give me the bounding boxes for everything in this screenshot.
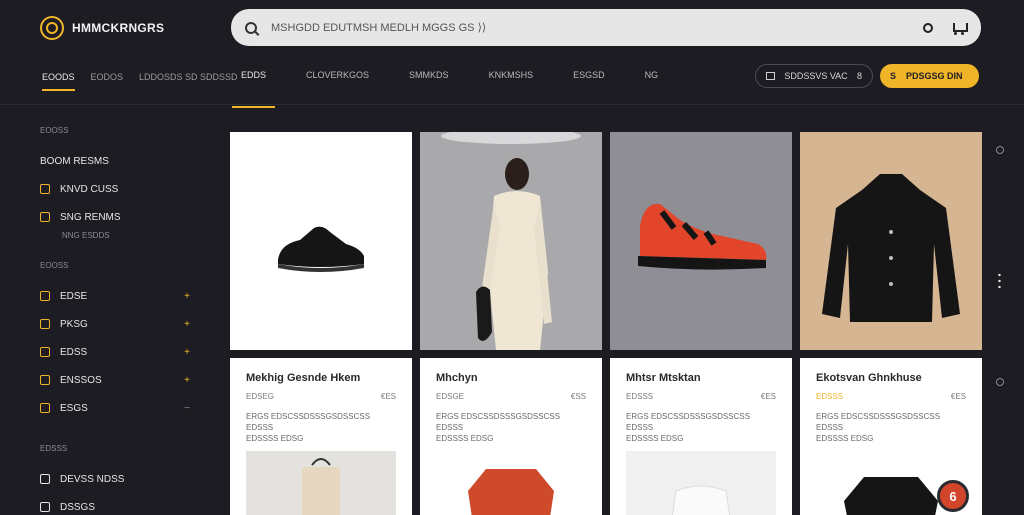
product-title: Mekhig Gesnde Hkem (246, 372, 361, 384)
plus-icon[interactable]: + (184, 375, 190, 386)
minus-icon[interactable]: − (184, 403, 190, 414)
product-card[interactable]: Mhtsr Mtsktan EDSSS €ES ERGS EDSCSSDSSSG… (610, 358, 792, 515)
sweater-icon (468, 469, 554, 515)
product-image[interactable] (230, 132, 412, 350)
search-input[interactable] (271, 21, 923, 34)
primary-action-button[interactable]: S PDSGSG DIN (880, 64, 979, 88)
left-tab[interactable]: EODOS (91, 72, 124, 91)
heart-icon (40, 291, 50, 301)
product-meta: EDSEG €ES (246, 392, 396, 401)
sidebar: EOOSS BOOM RESMS KNVD CUSS SNG RENMS NNG… (40, 126, 190, 515)
model-image (420, 132, 602, 350)
tag-icon (40, 184, 50, 194)
search-bar (231, 9, 981, 46)
product-thumbnail[interactable] (436, 451, 586, 515)
filter-button[interactable]: SDDSSVS VAC 8 (755, 64, 873, 88)
sidebar-subitem[interactable]: NNG ESDDS (62, 231, 190, 249)
settings-icon[interactable] (996, 146, 1004, 154)
shoe-icon (278, 226, 364, 272)
bag-icon (302, 458, 340, 515)
sidebar-section-label: EOOSS (40, 261, 69, 270)
search-icon[interactable] (245, 21, 257, 34)
right-rail (990, 132, 1010, 392)
sidebar-item[interactable]: DEVSS NDSS (40, 465, 190, 493)
product-image[interactable] (610, 132, 792, 350)
sidebar-section-label: EOOSS (40, 126, 69, 135)
logo-icon (40, 16, 64, 40)
tab[interactable]: ESGSD (564, 70, 614, 108)
sidebar-section-label: EDSSS (40, 444, 68, 453)
tab[interactable]: NG (636, 70, 668, 108)
garment-icon (671, 485, 731, 515)
product-description: ERGS EDSCSSDSSSGSDSSCSS EDSSS EDSSSS EDS… (816, 412, 941, 444)
more-icon[interactable] (998, 272, 1001, 288)
pin-icon (40, 212, 50, 222)
jacket-icon (800, 132, 982, 350)
product-image[interactable] (800, 132, 982, 350)
left-tab[interactable]: EOODS (42, 72, 75, 91)
dollar-icon: S (890, 71, 897, 81)
plus-icon[interactable]: + (184, 319, 190, 330)
product-description: ERGS EDSCSSDSSSGSDSSCSS EDSSS EDSSSS EDS… (246, 412, 371, 444)
sneaker-icon (610, 132, 792, 350)
product-title: Mhchyn (436, 372, 478, 384)
sidebar-item[interactable]: ESGS − (40, 394, 190, 422)
add-icon (40, 403, 50, 413)
product-meta: EDSSS €ES (626, 392, 776, 401)
product-thumbnail[interactable] (626, 451, 776, 515)
product-thumbnail[interactable] (246, 451, 396, 515)
bag-icon (40, 319, 50, 329)
notification-badge[interactable]: 6 (937, 480, 969, 512)
product-meta: EDSSS €ES (816, 392, 966, 401)
left-tabs: EOODS EODOS LDDOSDS SD SDDSSD (42, 72, 238, 91)
product-title: Mhtsr Mtsktan (626, 372, 701, 384)
main-tabs: EDDS CLOVERKGOS SMMKDS KNKMSHS ESGSD NG (232, 70, 667, 108)
tab[interactable]: SMMKDS (400, 70, 458, 108)
tab[interactable]: EDDS (232, 70, 276, 108)
cta-label: PDSGSG DIN (906, 71, 963, 81)
product-description: ERGS EDSCSSDSSSGSDSSCSS EDSSS EDSSSS EDS… (436, 412, 561, 444)
box-icon (40, 375, 50, 385)
product-card[interactable]: Mhchyn EDSGE €SS ERGS EDSCSSDSSSGSDSSCSS… (420, 358, 602, 515)
sidebar-item[interactable]: PKSG + (40, 310, 190, 338)
logo-text: HMMCKRNGRS (72, 21, 165, 35)
sidebar-item[interactable]: EDSS + (40, 338, 190, 366)
grid-icon (766, 72, 775, 80)
sidebar-item[interactable]: ENSSOS + (40, 366, 190, 394)
tab[interactable]: KNKMSHS (480, 70, 543, 108)
left-tab[interactable]: LDDOSDS SD SDDSSD (139, 72, 238, 91)
plus-icon[interactable]: + (184, 291, 190, 302)
cart-icon[interactable] (951, 21, 968, 35)
product-description: ERGS EDSCSSDSSSGSDSSCSS EDSSS EDSSSS EDS… (626, 412, 751, 444)
sidebar-item[interactable]: KNVD CUSS (40, 175, 190, 203)
header-divider (0, 104, 1024, 105)
plus-icon[interactable]: + (184, 347, 190, 358)
filter-label: SDDSSVS VAC (784, 71, 848, 81)
tab[interactable]: CLOVERKGOS (297, 70, 378, 108)
document-icon (40, 502, 50, 512)
user-icon[interactable] (923, 22, 933, 33)
logo[interactable]: HMMCKRNGRS (40, 16, 164, 40)
lock-icon (40, 347, 50, 357)
document-icon (40, 474, 50, 484)
product-title: Ekotsvan Ghnkhuse (816, 372, 922, 384)
info-icon[interactable] (996, 378, 1004, 386)
filter-count: 8 (856, 71, 862, 81)
sidebar-heading[interactable]: BOOM RESMS (40, 147, 190, 175)
sidebar-item[interactable]: DSSGS (40, 493, 190, 515)
product-card[interactable]: Mekhig Gesnde Hkem EDSEG €ES ERGS EDSCSS… (230, 358, 412, 515)
sidebar-item[interactable]: SNG RENMS (40, 203, 190, 231)
product-image[interactable] (420, 132, 602, 350)
sidebar-item[interactable]: EDSE + (40, 282, 190, 310)
product-meta: EDSGE €SS (436, 392, 586, 401)
